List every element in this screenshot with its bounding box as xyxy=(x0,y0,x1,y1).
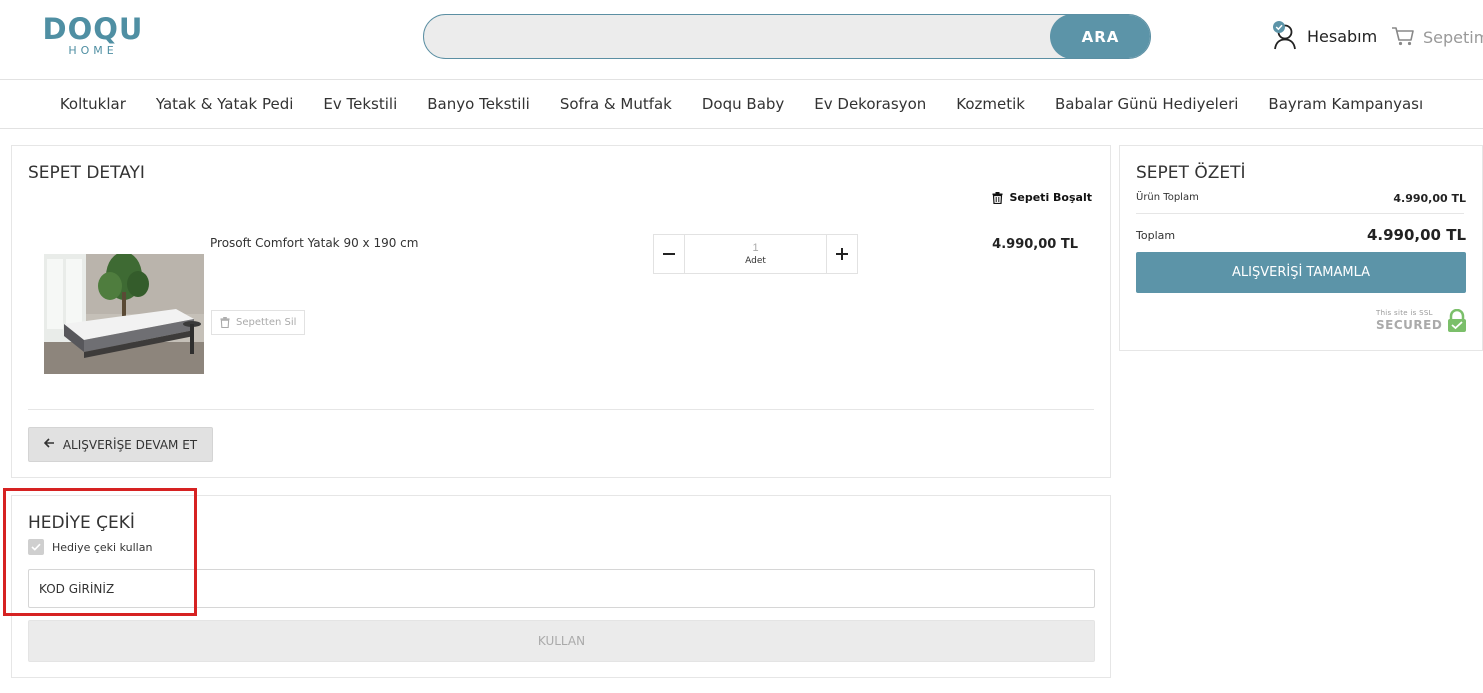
nav-item-yatak[interactable]: Yatak & Yatak Pedi xyxy=(156,95,294,113)
cart-summary-panel: SEPET ÖZETİ Ürün Toplam 4.990,00 TL Topl… xyxy=(1119,145,1483,351)
site-header: DOQU HOME ARA Hesabım Sepetim xyxy=(0,0,1483,80)
search-bar: ARA xyxy=(423,14,1151,59)
continue-shopping-button[interactable]: ALIŞVERİŞE DEVAM ET xyxy=(28,427,213,462)
checkbox-check-icon xyxy=(28,539,44,555)
continue-shopping-label: ALIŞVERİŞE DEVAM ET xyxy=(62,437,198,452)
gift-card-checkbox-label: Hediye çeki kullan xyxy=(52,540,153,554)
remove-item-button[interactable]: Sepetten Sil xyxy=(211,310,306,335)
increase-quantity-button[interactable] xyxy=(827,235,857,273)
nav-item-bayram-kampanyasi[interactable]: Bayram Kampanyası xyxy=(1268,95,1423,113)
quantity-stepper: 1 Adet xyxy=(653,234,858,274)
nav-item-sofra-mutfak[interactable]: Sofra & Mutfak xyxy=(560,95,672,113)
ssl-small-text: This site is SSL xyxy=(1376,309,1433,317)
nav-item-ev-tekstili[interactable]: Ev Tekstili xyxy=(323,95,397,113)
total-label: Toplam xyxy=(1136,228,1176,242)
nav-item-banyo-tekstili[interactable]: Banyo Tekstili xyxy=(427,95,530,113)
nav-item-koltuklar[interactable]: Koltuklar xyxy=(60,95,126,113)
lock-icon xyxy=(1448,309,1466,332)
gift-card-title: HEDİYE ÇEKİ xyxy=(28,513,135,533)
minus-icon xyxy=(663,253,675,255)
category-nav: Koltuklar Yatak & Yatak Pedi Ev Tekstili… xyxy=(0,80,1483,129)
nav-item-babalar-gunu[interactable]: Babalar Günü Hediyeleri xyxy=(1055,95,1238,113)
gift-card-checkbox[interactable]: Hediye çeki kullan xyxy=(28,539,152,555)
logo[interactable]: DOQU HOME xyxy=(40,14,146,58)
divider xyxy=(1136,213,1464,214)
cart-detail-title: SEPET DETAYI xyxy=(28,163,145,183)
total-row: Toplam 4.990,00 TL xyxy=(1136,226,1466,244)
cart-detail-panel: SEPET DETAYI Sepeti Boşalt Prosoft Comfo… xyxy=(11,145,1111,478)
trash-icon xyxy=(220,317,230,328)
clear-cart-label: Sepeti Boşalt xyxy=(1009,191,1092,204)
ssl-big-text: SECURED xyxy=(1376,318,1443,332)
summary-title: SEPET ÖZETİ xyxy=(1136,163,1246,183)
cart-icon xyxy=(1391,23,1415,52)
account-link[interactable]: Hesabım xyxy=(1272,18,1377,54)
cart-link[interactable]: Sepetim xyxy=(1391,22,1483,52)
quantity-field[interactable]: 1 Adet xyxy=(684,235,827,273)
divider xyxy=(28,409,1094,410)
trash-icon xyxy=(992,191,1003,204)
total-value: 4.990,00 TL xyxy=(1366,226,1466,244)
cart-label: Sepetim xyxy=(1423,27,1483,47)
nav-item-doqu-baby[interactable]: Doqu Baby xyxy=(702,95,784,113)
quantity-value: 1 xyxy=(752,241,759,254)
arrow-left-icon xyxy=(43,437,55,452)
user-icon xyxy=(1272,21,1298,51)
logo-brand: DOQU xyxy=(42,12,144,46)
search-input[interactable] xyxy=(424,15,1054,58)
clear-cart-button[interactable]: Sepeti Boşalt xyxy=(992,191,1092,204)
search-button[interactable]: ARA xyxy=(1050,15,1150,58)
product-name[interactable]: Prosoft Comfort Yatak 90 x 190 cm xyxy=(210,236,418,250)
quantity-unit: Adet xyxy=(745,255,766,266)
subtotal-row: Ürün Toplam 4.990,00 TL xyxy=(1136,192,1466,205)
checkout-button[interactable]: ALIŞVERİŞİ TAMAMLA xyxy=(1136,252,1466,293)
plus-icon xyxy=(836,248,848,260)
decrease-quantity-button[interactable] xyxy=(654,235,684,273)
nav-item-kozmetik[interactable]: Kozmetik xyxy=(956,95,1025,113)
ssl-badge: This site is SSL SECURED xyxy=(1376,309,1468,333)
gift-card-panel: HEDİYE ÇEKİ Hediye çeki kullan KULLAN xyxy=(11,495,1111,678)
subtotal-value: 4.990,00 TL xyxy=(1393,192,1466,205)
line-item-price: 4.990,00 TL xyxy=(992,237,1078,252)
nav-item-ev-dekorasyon[interactable]: Ev Dekorasyon xyxy=(814,95,926,113)
subtotal-label: Ürün Toplam xyxy=(1136,192,1199,203)
gift-code-input[interactable] xyxy=(28,569,1095,608)
remove-item-label: Sepetten Sil xyxy=(236,317,297,328)
apply-gift-code-button[interactable]: KULLAN xyxy=(28,620,1095,662)
account-label: Hesabım xyxy=(1307,26,1378,46)
product-image[interactable] xyxy=(44,254,204,374)
